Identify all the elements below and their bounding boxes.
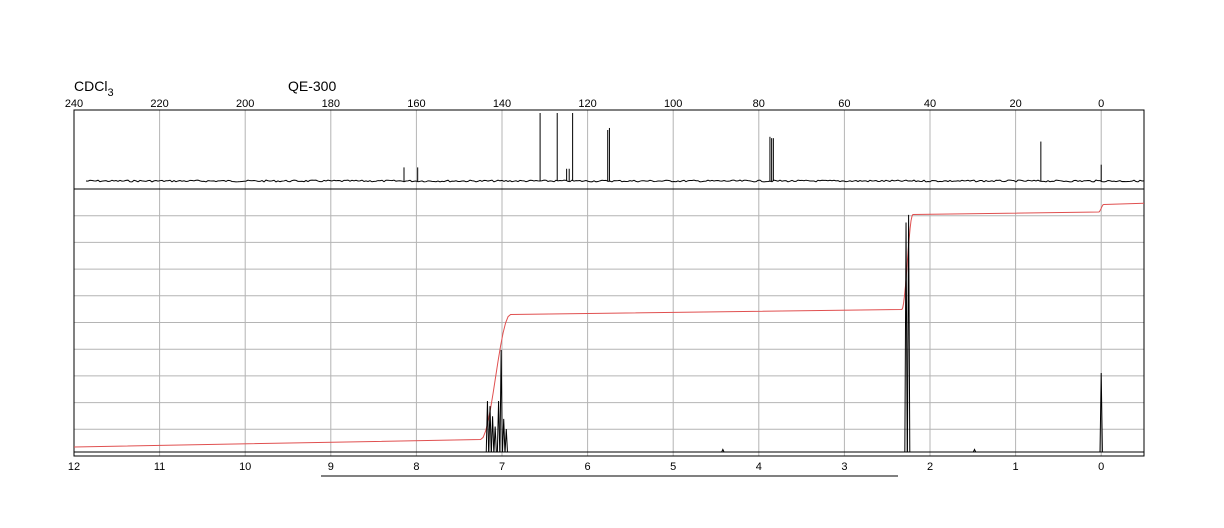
c13-tick-label: 120 xyxy=(578,98,596,110)
c13-tick-label: 40 xyxy=(924,98,936,110)
h1-tick-label: 9 xyxy=(328,461,334,473)
c13-tick-label: 20 xyxy=(1009,98,1021,110)
c13-tick-label: 160 xyxy=(407,98,425,110)
h1-peak xyxy=(485,400,490,453)
c13-tick-label: 180 xyxy=(322,98,340,110)
h1-tick-label: 8 xyxy=(413,461,419,473)
instrument-label: QE-300 xyxy=(288,78,336,94)
h1-spectrum-panel: 12 11 10 9 8 7 6 5 4 3 2 1 0 xyxy=(68,188,1145,473)
h1-tick-label: 10 xyxy=(239,461,251,473)
c13-tick-label: 100 xyxy=(664,98,682,110)
solvent-label: CDCl3 xyxy=(74,78,114,99)
c13-tick-label: 80 xyxy=(753,98,765,110)
c13-tick-label: 60 xyxy=(838,98,850,110)
h1-tick-label: 1 xyxy=(1013,461,1019,473)
h1-peak xyxy=(504,429,508,453)
h1-peak xyxy=(502,418,506,453)
c13-tick-label: 140 xyxy=(493,98,511,110)
h1-peak xyxy=(493,426,497,453)
h1-tick-label: 12 xyxy=(68,461,80,473)
c13-tick-label: 0 xyxy=(1098,98,1104,110)
nmr-spectrum-chart: CDCl3 QE-300 240 220 200 180 160 140 120 100 80 6… xyxy=(65,78,1145,477)
h1-tick-label: 11 xyxy=(154,461,165,473)
h1-peak xyxy=(904,222,908,453)
h1-peak xyxy=(496,400,501,453)
h1-tick-label: 3 xyxy=(841,461,847,473)
c13-spectrum-panel: 240 220 200 180 160 140 120 100 80 60 40 20 0 xyxy=(65,98,1145,190)
h1-tick-label: 7 xyxy=(499,461,505,473)
c13-tick-label: 200 xyxy=(236,98,254,110)
h1-integral-curve xyxy=(73,202,1145,448)
h1-tick-label: 4 xyxy=(756,461,762,473)
h1-tick-label: 6 xyxy=(585,461,591,473)
solvent-subscript: 3 xyxy=(107,87,113,99)
h1-peak xyxy=(490,416,495,453)
h1-tick-label: 0 xyxy=(1098,461,1104,473)
c13-tick-label: 240 xyxy=(65,98,83,110)
h1-tick-label: 5 xyxy=(670,461,676,473)
solvent-formula: CDCl xyxy=(74,78,107,94)
h1-tick-label: 2 xyxy=(927,461,933,473)
c13-tick-label: 220 xyxy=(150,98,168,110)
